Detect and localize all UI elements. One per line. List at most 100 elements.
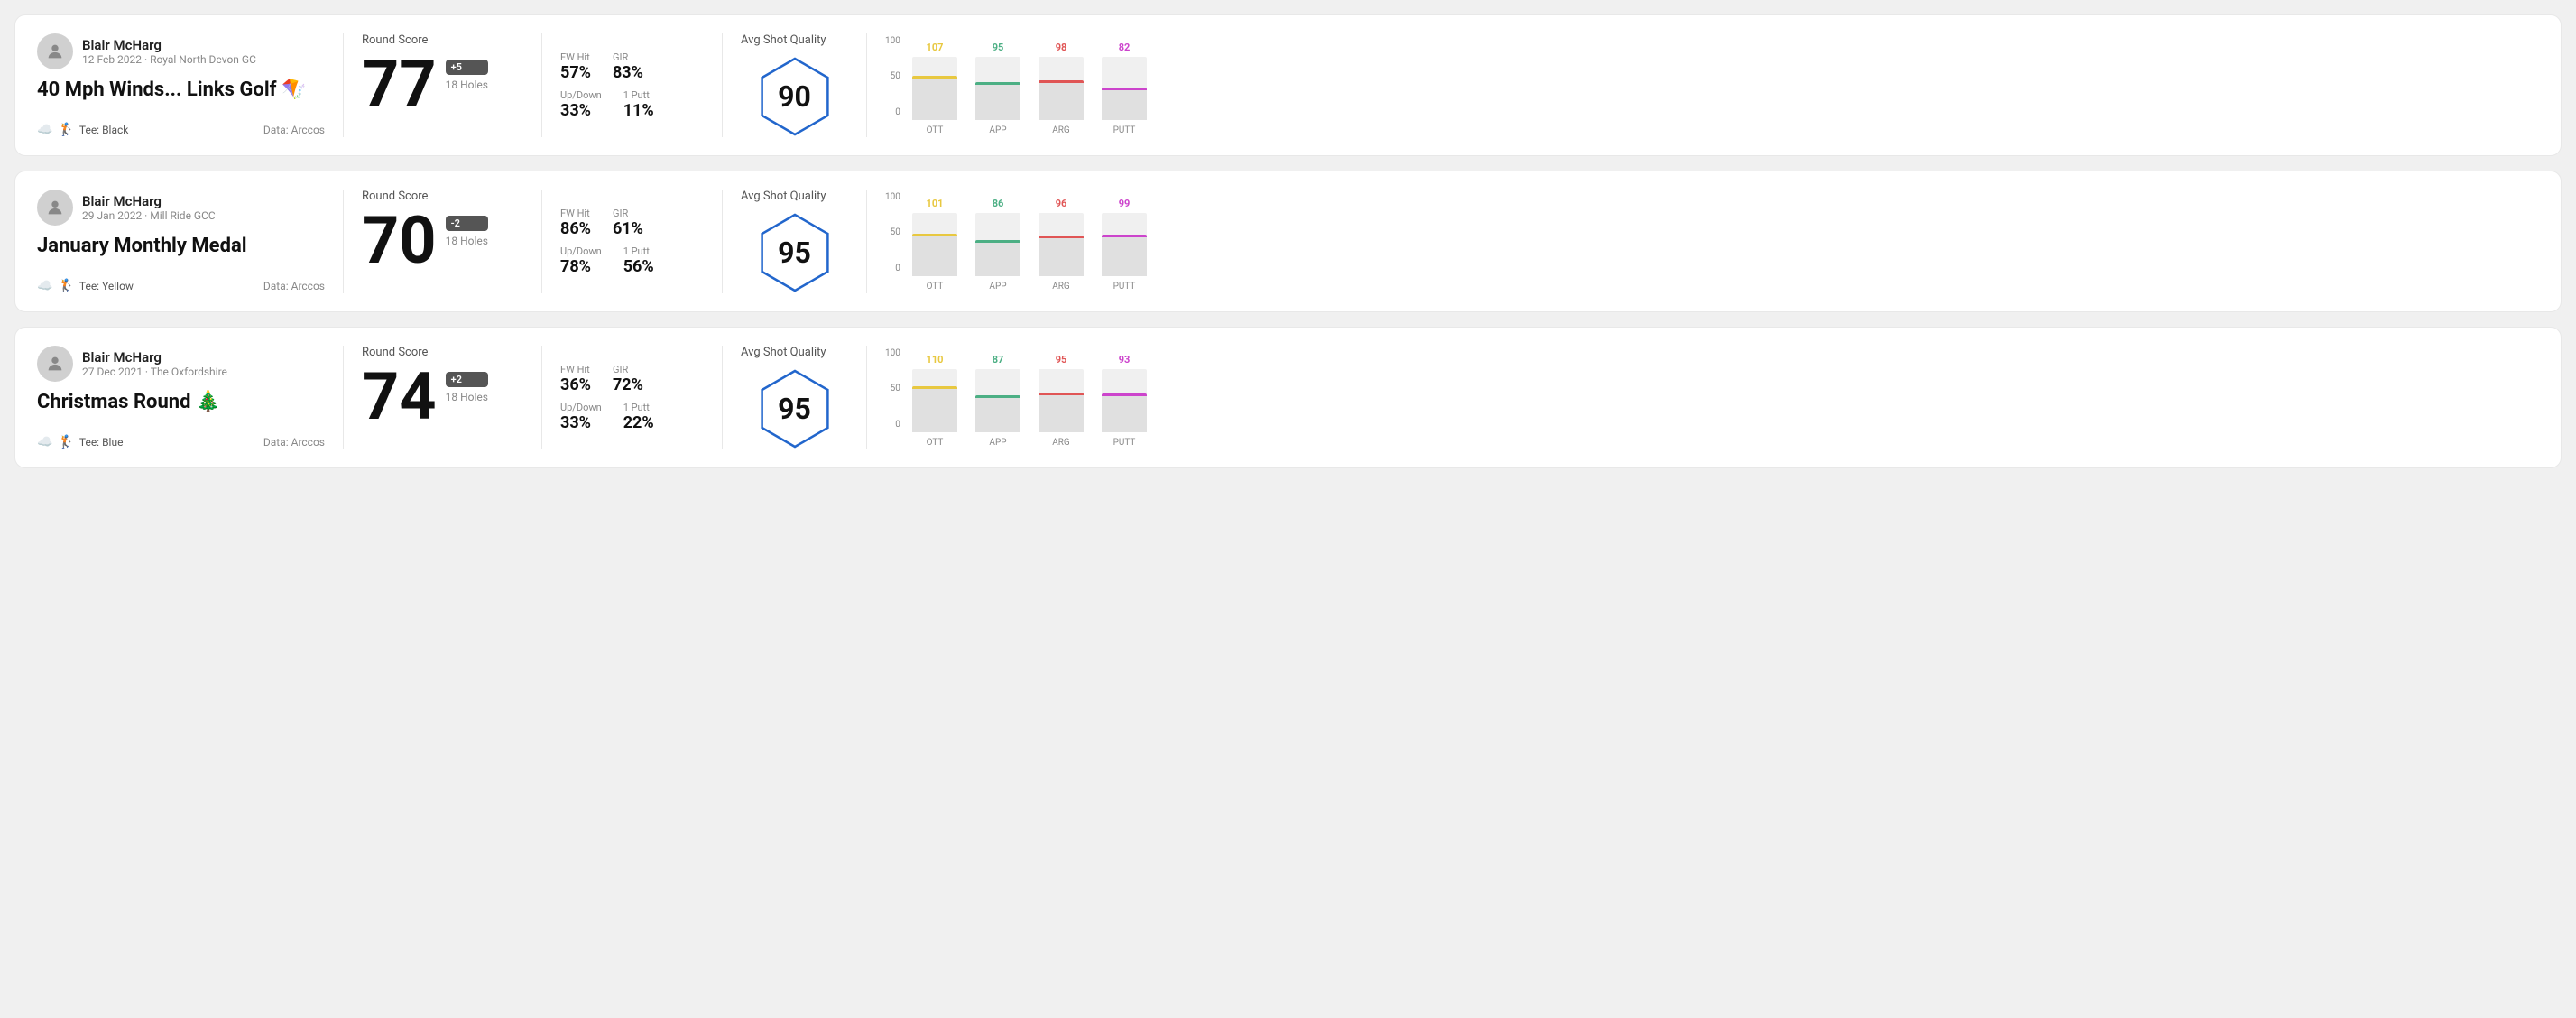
stats-row-top: FW Hit 57% GIR 83% [560,51,704,82]
y-axis-label: 0 [895,264,900,273]
stats-row-bottom: Up/Down 33% 1 Putt 11% [560,89,704,120]
bar-x-label: PUTT [1113,438,1136,448]
footer-row: ☁️ 🏌️ Tee: Blue Data: Arccos [37,435,325,449]
bar-x-label: OTT [927,282,944,292]
y-axis: 100500 [885,36,900,117]
bar-value: 99 [1119,198,1131,209]
user-info: Blair McHarg 12 Feb 2022 · Royal North D… [82,37,256,66]
date-course: 12 Feb 2022 · Royal North Devon GC [82,53,256,66]
user-name: Blair McHarg [82,193,216,209]
bar-wrapper [912,57,957,120]
date-course: 29 Jan 2022 · Mill Ride GCC [82,209,216,222]
gir-value: 72% [613,375,643,394]
bar-wrapper [1039,213,1084,276]
tee-info: ☁️ 🏌️ Tee: Yellow [37,279,134,293]
golf-icon: 🏌️ [58,279,73,293]
bar-group-app: 86APP [975,198,1020,292]
y-axis-label: 100 [885,36,900,46]
cloud-icon: ☁️ [37,123,52,137]
bar-x-label: ARG [1052,438,1070,448]
bar-group-putt: 99PUTT [1102,198,1147,292]
bar-colored-line [1039,393,1084,395]
round-card: Blair McHarg 12 Feb 2022 · Royal North D… [14,14,2562,156]
round-card: Blair McHarg 27 Dec 2021 · The Oxfordshi… [14,327,2562,468]
bar-group-app: 87APP [975,354,1020,448]
updown-label: Up/Down [560,245,602,257]
one-putt-stat: 1 Putt 56% [623,245,654,276]
updown-label: Up/Down [560,89,602,101]
bar-chart: 100500101OTT86APP96ARG99PUTT [885,192,2539,292]
bar-group-arg: 98ARG [1039,42,1084,135]
hexagon-container: 90 [754,56,836,137]
data-source: Data: Arccos [263,124,325,136]
bar-value: 86 [993,198,1004,209]
score-row: 70 -2 18 Holes [362,208,523,273]
bar-colored-line [912,234,957,236]
round-left-section: Blair McHarg 29 Jan 2022 · Mill Ride GCC… [37,190,344,293]
bar-colored-line [1102,235,1147,237]
bar-value: 87 [993,354,1004,366]
y-axis-label: 100 [885,348,900,358]
bar-value: 82 [1119,42,1131,53]
user-info: Blair McHarg 29 Jan 2022 · Mill Ride GCC [82,193,216,222]
bar-fill [975,240,1020,276]
bar-wrapper [975,57,1020,120]
chart-section: 100500110OTT87APP95ARG93PUTT [885,346,2539,449]
stats-row-top: FW Hit 36% GIR 72% [560,364,704,394]
round-title: Christmas Round 🎄 [37,391,325,413]
bar-colored-line [1039,236,1084,238]
fw-hit-stat: FW Hit 57% [560,51,591,82]
user-header: Blair McHarg 12 Feb 2022 · Royal North D… [37,33,325,69]
y-axis-label: 50 [891,227,900,237]
chart-section: 100500107OTT95APP98ARG82PUTT [885,33,2539,137]
y-axis-label: 0 [895,107,900,117]
bar-colored-line [975,395,1020,398]
score-badge-holes: +5 18 Holes [446,60,488,91]
bar-fill [1039,80,1084,120]
bar-fill [1039,393,1084,432]
updown-value: 33% [560,413,602,432]
bar-colored-line [1039,80,1084,83]
round-title: 40 Mph Winds... Links Golf 🪁 [37,79,325,101]
round-card: Blair McHarg 29 Jan 2022 · Mill Ride GCC… [14,171,2562,312]
round-title: January Monthly Medal [37,235,325,257]
round-score-label: Round Score [362,33,523,47]
bar-x-label: ARG [1052,125,1070,135]
avatar [37,33,73,69]
tee-label: Tee: Yellow [79,280,134,292]
updown-value: 33% [560,101,602,120]
fw-hit-stat: FW Hit 36% [560,364,591,394]
bar-fill [912,76,957,120]
bar-group-putt: 93 PUTT [1102,354,1147,448]
cloud-icon: ☁️ [37,279,52,293]
bar-fill [975,395,1020,432]
round-left-section: Blair McHarg 27 Dec 2021 · The Oxfordshi… [37,346,344,449]
gir-stat: GIR 72% [613,364,643,394]
tee-label: Tee: Blue [79,436,124,449]
gir-label: GIR [613,51,643,63]
fw-hit-value: 86% [560,219,591,238]
fw-hit-value: 36% [560,375,591,394]
bar-wrapper [975,369,1020,432]
hexagon-container: 95 [754,368,836,449]
tee-label: Tee: Black [79,124,128,136]
y-axis-label: 50 [891,384,900,393]
bar-wrapper [1039,57,1084,120]
score-number: 70 [362,208,437,273]
bar-fill [1039,236,1084,276]
quality-section: Avg Shot Quality 95 [741,346,867,449]
bar-value: 93 [1119,354,1131,366]
bar-value: 95 [993,42,1004,53]
bar-colored-line [975,82,1020,85]
golf-icon: 🏌️ [58,123,73,137]
y-axis-label: 100 [885,192,900,202]
holes-text: 18 Holes [446,391,488,403]
user-header: Blair McHarg 29 Jan 2022 · Mill Ride GCC [37,190,325,226]
bar-colored-line [1102,393,1147,396]
updown-stat: Up/Down 33% [560,89,602,120]
footer-row: ☁️ 🏌️ Tee: Yellow Data: Arccos [37,279,325,293]
footer-row: ☁️ 🏌️ Tee: Black Data: Arccos [37,123,325,137]
y-axis: 100 50 0 [885,192,900,273]
fw-hit-label: FW Hit [560,208,591,219]
gir-label: GIR [613,364,643,375]
